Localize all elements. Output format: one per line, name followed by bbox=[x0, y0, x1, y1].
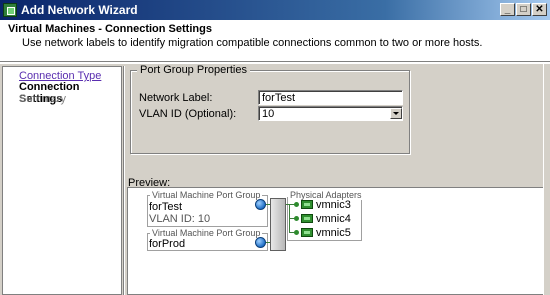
window-title: Add Network Wizard bbox=[21, 3, 138, 17]
vlan-id-caption: VLAN ID (Optional): bbox=[139, 108, 237, 120]
wizard-steps: Connection Type Connection Settings Summ… bbox=[2, 66, 122, 295]
chevron-down-icon[interactable] bbox=[390, 108, 402, 119]
port-group-name: forTest bbox=[149, 201, 183, 213]
nic-icon bbox=[301, 214, 313, 223]
virtual-switch bbox=[270, 198, 286, 251]
page-title: Virtual Machines - Connection Settings bbox=[8, 23, 212, 35]
minimize-button[interactable]: _ bbox=[500, 3, 515, 16]
network-label-input[interactable]: forTest bbox=[258, 90, 403, 105]
page-description: Use network labels to identify migration… bbox=[22, 37, 483, 49]
adapter-item: vmnic4 bbox=[316, 213, 351, 225]
network-label-caption: Network Label: bbox=[139, 92, 213, 104]
port-group-name: forProd bbox=[149, 238, 186, 250]
nav-divider bbox=[123, 66, 125, 295]
port-group-title: Virtual Machine Port Group bbox=[150, 190, 263, 200]
network-icon bbox=[255, 237, 266, 248]
app-icon bbox=[3, 3, 17, 17]
close-button[interactable]: ✕ bbox=[532, 3, 547, 16]
wizard-header: Virtual Machines - Connection Settings U… bbox=[0, 20, 550, 62]
port-group-properties-legend: Port Group Properties bbox=[137, 64, 250, 76]
step-summary: Summary bbox=[19, 93, 67, 105]
port-group-vlan: VLAN ID: 10 bbox=[149, 213, 211, 225]
adapter-item: vmnic3 bbox=[316, 199, 351, 211]
right-edge bbox=[543, 64, 550, 295]
connector-dot bbox=[294, 230, 299, 235]
header-divider bbox=[0, 62, 550, 64]
title-bar: Add Network Wizard _ □ ✕ bbox=[0, 0, 550, 20]
adapter-item: vmnic5 bbox=[316, 227, 351, 239]
connector-dot bbox=[294, 202, 299, 207]
connector-dot bbox=[294, 216, 299, 221]
network-icon bbox=[255, 199, 266, 210]
nic-icon bbox=[301, 228, 313, 237]
port-group-title: Virtual Machine Port Group bbox=[150, 228, 263, 238]
vlan-id-combobox[interactable]: 10 bbox=[258, 106, 403, 121]
nic-icon bbox=[301, 200, 313, 209]
maximize-button[interactable]: □ bbox=[516, 3, 531, 16]
